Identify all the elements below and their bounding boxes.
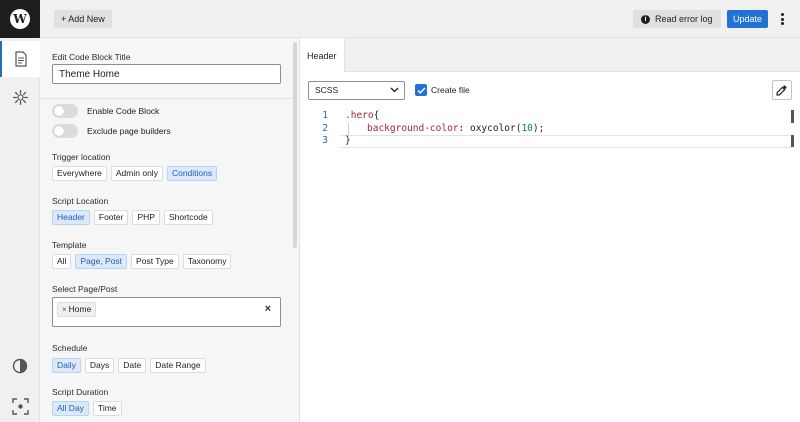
title-label: Edit Code Block Title: [52, 52, 131, 62]
editor-tabbar: Header: [300, 38, 800, 72]
theme-toggle-button[interactable]: [0, 348, 40, 384]
exclude-page-builders-toggle[interactable]: [52, 124, 78, 138]
line-number: 1: [322, 110, 328, 121]
divider: [40, 98, 293, 99]
script-location-options: Header Footer PHP Shortcode: [52, 210, 213, 225]
script-duration-options: All Day Time: [52, 401, 122, 416]
exclude-page-builders-label: Exclude page builders: [87, 126, 171, 136]
checkmark-icon[interactable]: [415, 84, 427, 96]
code-open-brace: {: [373, 110, 380, 121]
read-error-log-label: Read error log: [655, 14, 713, 24]
info-icon: i: [641, 14, 650, 24]
gear-icon: [12, 89, 28, 105]
eyedropper-icon: [776, 85, 787, 96]
option-time[interactable]: Time: [92, 401, 122, 416]
create-file-label: Create file: [431, 85, 470, 95]
option-date[interactable]: Date: [118, 358, 147, 373]
option-date-range[interactable]: Date Range: [150, 358, 206, 373]
read-error-log-button[interactable]: i Read error log: [633, 10, 721, 28]
option-page-post[interactable]: Page, Post: [75, 254, 128, 269]
option-php[interactable]: PHP: [132, 210, 160, 225]
code-line: 1 .hero{: [300, 110, 800, 123]
code-line: 2 background-color: oxycolor(10);: [300, 123, 800, 136]
option-footer[interactable]: Footer: [93, 210, 129, 225]
script-location-label: Script Location: [52, 196, 109, 206]
exclude-page-builders-toggle-row[interactable]: Exclude page builders: [52, 124, 171, 138]
clear-selection-icon[interactable]: ×: [265, 303, 271, 315]
script-duration-label: Script Duration: [52, 387, 109, 397]
code-function: oxycolor(: [469, 122, 522, 134]
option-all[interactable]: All: [52, 254, 72, 269]
language-select[interactable]: SCSS: [308, 81, 405, 100]
page-nav-button[interactable]: [0, 41, 40, 77]
option-taxonomy[interactable]: Taxonomy: [182, 254, 232, 269]
contrast-icon: [12, 358, 28, 374]
option-all-day[interactable]: All Day: [52, 401, 89, 416]
focus-icon: [11, 397, 29, 415]
select-page-field[interactable]: × Home ×: [52, 297, 281, 327]
code-area[interactable]: 1 .hero{ 2 background-color: oxycolor(10…: [300, 110, 800, 148]
title-input[interactable]: [52, 64, 281, 84]
code-property: background-color: [367, 122, 459, 134]
tab-header[interactable]: Header: [300, 38, 345, 72]
add-new-button[interactable]: + Add New: [54, 10, 112, 28]
wordpress-icon: W: [10, 9, 30, 29]
trigger-location-label: Trigger location: [52, 152, 111, 162]
option-days[interactable]: Days: [84, 358, 115, 373]
chevron-down-icon: [390, 87, 399, 93]
language-value: SCSS: [315, 85, 339, 95]
chip-label: Home: [68, 304, 92, 314]
remove-chip-icon[interactable]: ×: [62, 303, 67, 316]
option-conditions[interactable]: Conditions: [166, 166, 218, 181]
color-picker-button[interactable]: [772, 80, 792, 100]
focus-mode-button[interactable]: [0, 388, 40, 422]
settings-nav-button[interactable]: [0, 79, 40, 115]
settings-panel: Edit Code Block Title Enable Code Block …: [40, 38, 300, 422]
line-number: 2: [322, 122, 328, 134]
enable-code-block-toggle[interactable]: [52, 104, 78, 118]
update-button[interactable]: Update: [727, 10, 769, 28]
code-selector: .hero: [345, 110, 374, 121]
option-daily[interactable]: Daily: [52, 358, 81, 373]
select-page-label: Select Page/Post: [52, 284, 118, 294]
schedule-label: Schedule: [52, 343, 88, 353]
panel-scrollbar[interactable]: [293, 42, 297, 248]
option-admin-only[interactable]: Admin only: [110, 166, 163, 181]
option-header[interactable]: Header: [52, 210, 90, 225]
page-icon: [15, 51, 27, 67]
top-toolbar: + Add New i Read error log Update: [40, 0, 800, 38]
wordpress-logo[interactable]: W: [0, 0, 40, 38]
option-shortcode[interactable]: Shortcode: [163, 210, 213, 225]
template-label: Template: [52, 240, 87, 250]
code-editor-area: Header SCSS Create file 1 .hero{ 2 backg…: [300, 38, 800, 422]
trigger-location-options: Everywhere Admin only Conditions: [52, 166, 218, 181]
code-close-brace: }: [345, 135, 351, 146]
code-line: 3 }: [300, 135, 800, 148]
create-file-checkbox[interactable]: Create file: [415, 84, 470, 96]
selected-page-chip[interactable]: × Home: [57, 302, 97, 317]
option-post-type[interactable]: Post Type: [131, 254, 179, 269]
option-everywhere[interactable]: Everywhere: [52, 166, 107, 181]
code-colon: :: [458, 122, 470, 134]
left-rail: W: [0, 0, 40, 422]
enable-code-block-label: Enable Code Block: [87, 106, 160, 116]
schedule-options: Daily Days Date Date Range: [52, 358, 206, 373]
template-options: All Page, Post Post Type Taxonomy: [52, 254, 232, 269]
line-number: 3: [322, 135, 328, 146]
enable-code-block-toggle-row[interactable]: Enable Code Block: [52, 104, 159, 118]
code-close-paren: );: [532, 122, 545, 134]
kebab-menu-icon[interactable]: [778, 11, 786, 27]
code-number: 10: [521, 122, 533, 134]
